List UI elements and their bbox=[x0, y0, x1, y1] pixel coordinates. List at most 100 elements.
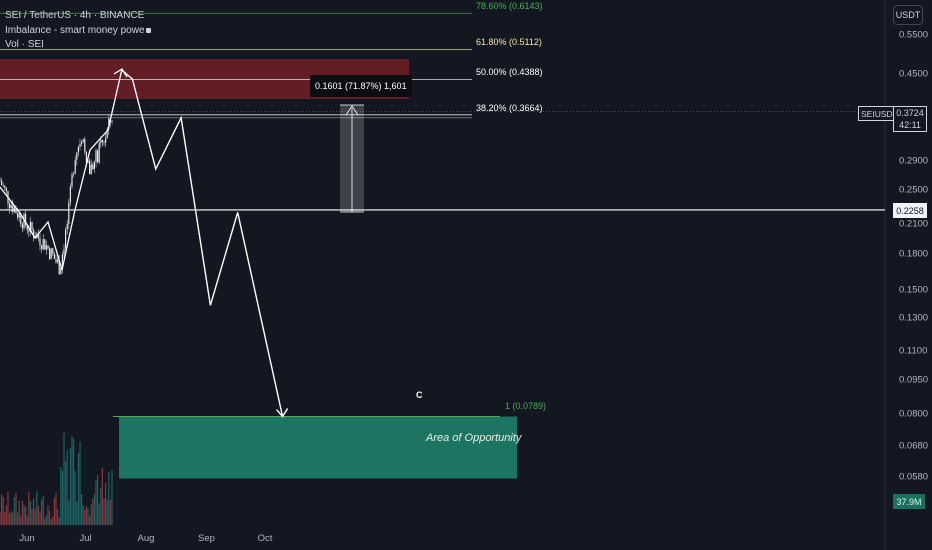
volume-bar bbox=[97, 475, 99, 525]
volume-bar bbox=[21, 500, 23, 525]
volume-bar bbox=[44, 518, 46, 525]
candle-body bbox=[92, 164, 94, 169]
volume-bar bbox=[65, 460, 67, 525]
volume-bar bbox=[108, 471, 110, 525]
price-axis-label: 0.2900 bbox=[899, 155, 929, 167]
price-axis-label: 0.0680 bbox=[899, 440, 929, 452]
volume-bar bbox=[52, 515, 54, 525]
price-axis-label: 0.2500 bbox=[899, 184, 929, 196]
volume-bar bbox=[109, 499, 111, 525]
candle-body bbox=[45, 245, 47, 250]
candle-body bbox=[89, 160, 91, 175]
volume-bar bbox=[101, 467, 103, 525]
volume-bar bbox=[87, 507, 89, 525]
candle-body bbox=[1, 180, 3, 185]
candle-body bbox=[81, 142, 83, 145]
candle-body bbox=[68, 202, 70, 224]
candle-body bbox=[90, 164, 92, 175]
indicator-volume-label[interactable]: Vol · SEI bbox=[5, 38, 151, 53]
candle-body bbox=[21, 224, 23, 229]
price-axis-label: 0.4500 bbox=[899, 68, 929, 80]
candle-body bbox=[84, 139, 86, 152]
price-axis-label: 0.5500 bbox=[899, 29, 929, 41]
price-axis-label: 0.2100 bbox=[899, 218, 929, 230]
candle-body bbox=[39, 237, 41, 246]
volume-bar bbox=[90, 503, 92, 525]
symbol-title[interactable]: SEI / TetherUS · 4h · BINANCE bbox=[5, 9, 151, 24]
volume-value-tag: 37.9M bbox=[893, 494, 925, 509]
volume-bar bbox=[74, 471, 76, 525]
candle-body bbox=[71, 174, 73, 187]
currency-button[interactable]: USDT bbox=[893, 5, 923, 25]
volume-bar bbox=[111, 470, 113, 525]
volume-bar bbox=[41, 499, 43, 525]
volume-bar bbox=[50, 518, 52, 525]
volume-bar bbox=[34, 508, 36, 525]
candle-body bbox=[12, 205, 14, 212]
area-of-opportunity-label[interactable]: Area of Opportunity bbox=[426, 432, 521, 444]
volume-bar bbox=[29, 501, 31, 525]
candle-body bbox=[41, 245, 43, 249]
price-axis-label: 0.0580 bbox=[899, 471, 929, 483]
volume-bar bbox=[82, 505, 84, 525]
candle-body bbox=[93, 161, 95, 169]
candle-body bbox=[44, 239, 46, 250]
candle-body bbox=[103, 142, 105, 143]
time-axis-label: Aug bbox=[137, 533, 155, 544]
candle-body bbox=[52, 248, 54, 254]
volume-bar bbox=[57, 508, 59, 525]
volume-bar bbox=[18, 500, 20, 525]
indicator-imbalance-label[interactable]: Imbalance - smart money powe bbox=[5, 24, 151, 39]
candle-body bbox=[111, 120, 113, 122]
candle-body bbox=[66, 223, 68, 230]
current-price-value: 0.3724 bbox=[896, 108, 924, 118]
measure-tool-label[interactable]: 0.1601 (71.87%) 1,601 bbox=[310, 75, 412, 97]
candle-body bbox=[13, 207, 15, 212]
candle-body bbox=[50, 248, 52, 259]
volume-bar bbox=[100, 488, 102, 525]
eye-icon[interactable] bbox=[145, 27, 151, 33]
candle-body bbox=[31, 221, 33, 230]
chart-legend: SEI / TetherUS · 4h · BINANCE Imbalance … bbox=[5, 9, 151, 53]
volume-bar bbox=[23, 505, 25, 525]
candle-body bbox=[4, 185, 6, 188]
volume-bar bbox=[0, 512, 1, 525]
time-axis-label: Jun bbox=[19, 533, 35, 544]
volume-bar bbox=[53, 497, 55, 525]
candle-body bbox=[76, 152, 78, 160]
price-axis-label: 0.1500 bbox=[899, 284, 929, 296]
volume-bar bbox=[31, 508, 33, 525]
volume-bar bbox=[45, 514, 47, 525]
candle-body bbox=[2, 184, 4, 186]
volume-bar bbox=[63, 432, 65, 525]
fib-level-label: 61.80% (0.5112) bbox=[476, 37, 542, 48]
volume-bar bbox=[106, 499, 108, 525]
candle-body bbox=[42, 239, 44, 249]
candle-body bbox=[65, 229, 67, 250]
volume-bar bbox=[12, 512, 14, 525]
price-axis-label: 0.0800 bbox=[899, 408, 929, 420]
volume-bar bbox=[39, 511, 41, 525]
volume-bar bbox=[36, 491, 38, 525]
bar-countdown: 42:11 bbox=[899, 120, 921, 130]
time-axis-label: Sep bbox=[198, 533, 215, 544]
candle-body bbox=[82, 139, 84, 143]
volume-bar bbox=[47, 505, 49, 525]
candle-body bbox=[74, 159, 76, 174]
fib-level-label: 38.20% (0.3664) bbox=[476, 102, 543, 113]
candle-body bbox=[55, 259, 57, 263]
volume-bar bbox=[25, 506, 27, 525]
price-chart-canvas[interactable] bbox=[0, 0, 932, 550]
volume-bar bbox=[66, 449, 68, 525]
price-axis-label: 0.1300 bbox=[899, 312, 929, 324]
volume-bar bbox=[71, 436, 73, 525]
fib-level-label: 78.60% (0.6143) bbox=[476, 1, 543, 12]
volume-bar bbox=[20, 516, 22, 525]
candle-body bbox=[57, 260, 59, 263]
volume-bar bbox=[5, 505, 7, 525]
volume-bar bbox=[49, 510, 51, 525]
candle-body bbox=[101, 140, 103, 143]
volume-bar bbox=[2, 497, 4, 525]
wave-c-label[interactable]: C bbox=[416, 390, 423, 400]
candle-body bbox=[63, 249, 65, 255]
